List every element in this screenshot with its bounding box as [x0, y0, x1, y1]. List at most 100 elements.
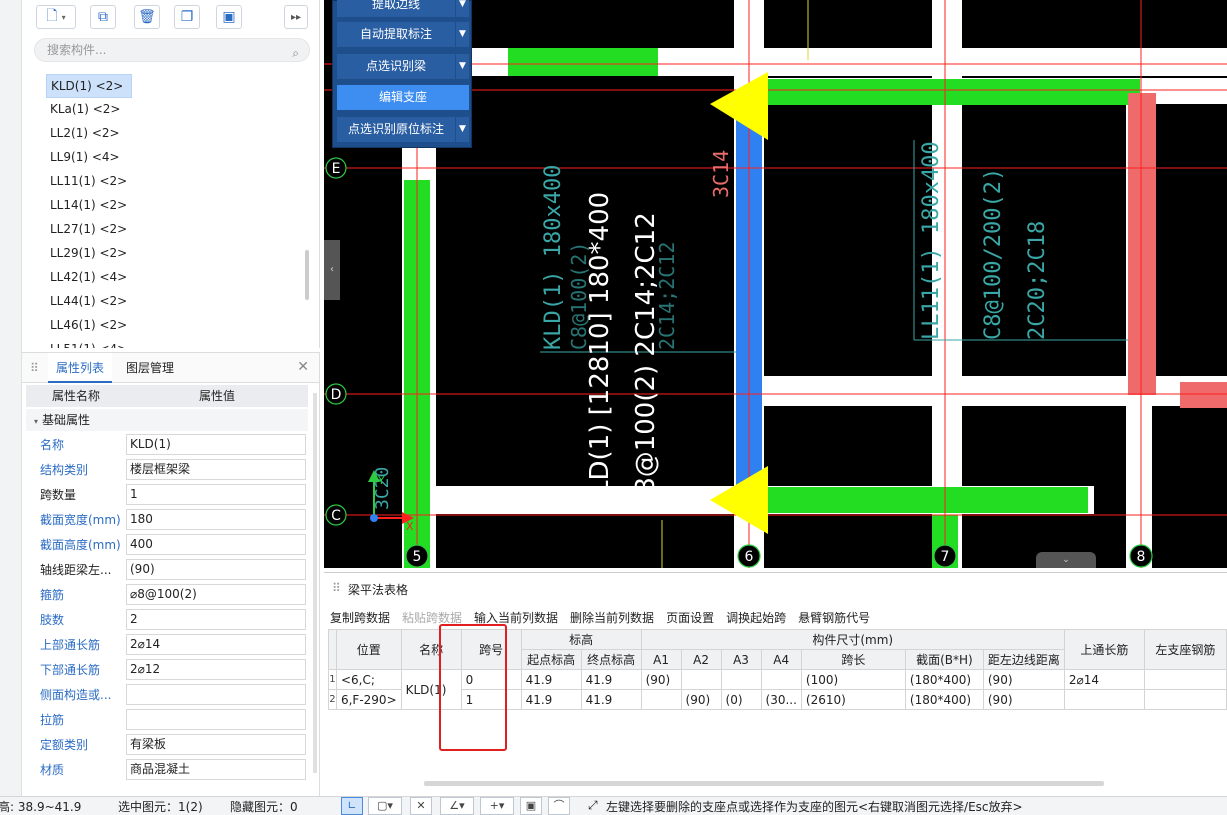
tool-button[interactable]: 自动提取标注 ▼ [337, 22, 469, 47]
table-toolbar-button[interactable]: 调换起始跨 [726, 609, 786, 626]
tool-button[interactable]: 点选识别原位标注 ▼ [337, 117, 469, 142]
cell-section[interactable]: (180*400) [904, 669, 984, 690]
beam-red-axis-8[interactable] [1128, 93, 1156, 395]
search-input[interactable]: 搜索构件... ⌕ [34, 38, 310, 62]
tool-button[interactable]: 点选识别梁 ▼ [337, 54, 469, 79]
layer-copy-button[interactable]: ▣ [216, 5, 242, 29]
table-horizontal-scrollbar[interactable] [424, 781, 1104, 786]
component-list-item[interactable]: LL46(1) <2> [46, 314, 132, 338]
cell-a4[interactable]: (30... [760, 689, 802, 710]
dropdown-arrow-icon[interactable]: ▼ [455, 117, 469, 142]
property-group-basic[interactable]: ▾ 基础属性 [26, 409, 308, 431]
insert-point-button[interactable]: +▾ [480, 797, 514, 815]
property-row[interactable]: 结构类别 楼层框架梁 [26, 458, 308, 483]
property-row[interactable]: 箍筋 ⌀8@100(2) [26, 583, 308, 608]
cell-top-bar[interactable] [1063, 689, 1145, 710]
select-mode-button[interactable]: ▢▾ [368, 797, 402, 815]
expand-button[interactable]: ▸▸ [284, 5, 308, 29]
cad-viewport[interactable]: E D C 5 6 7 8 KLD(1) 180x400 C8@100(2) 2… [324, 0, 1227, 568]
copy-button[interactable]: ⧉ [90, 5, 116, 29]
delete-button[interactable]: 🗑 [134, 5, 160, 29]
ortho-snap-button[interactable]: ∟ [341, 797, 363, 815]
cell-offset[interactable]: (90) [982, 689, 1065, 710]
collapse-bottom-handle[interactable]: ⌄ [1036, 552, 1096, 568]
cell-position[interactable]: 6,F-290> [335, 689, 402, 710]
cell-elev-end[interactable]: 41.9 [580, 669, 642, 690]
property-value-field[interactable]: 180 [126, 509, 306, 530]
cell-elev-start[interactable]: 41.9 [520, 689, 582, 710]
cell-elev-start[interactable]: 41.9 [520, 669, 582, 690]
property-value-field[interactable]: 有梁板 [126, 734, 306, 755]
component-list-item[interactable]: LL29(1) <2> [46, 242, 132, 266]
cross-select-button[interactable]: ✕ [410, 797, 432, 815]
property-row[interactable]: 侧面构造或... [26, 683, 308, 708]
cell-a1[interactable]: (90) [640, 669, 682, 690]
beam-green-c[interactable] [764, 487, 1088, 513]
tool-button[interactable]: 编辑支座 [337, 85, 469, 110]
property-row[interactable]: 拉筋 [26, 708, 308, 733]
cell-a3[interactable]: (0) [720, 689, 762, 710]
close-icon[interactable]: ✕ [297, 359, 309, 375]
dropdown-arrow-icon[interactable]: ▼ [455, 22, 469, 47]
beam-green-e[interactable] [764, 79, 1140, 105]
cell-section[interactable]: (180*400) [904, 689, 984, 710]
property-value-field[interactable]: 2⌀12 [126, 659, 306, 680]
tab-layer-management[interactable]: 图层管理 [118, 353, 182, 383]
property-row[interactable]: 上部通长筋 2⌀14 [26, 633, 308, 658]
property-scrollbar[interactable] [313, 393, 317, 773]
cell-position[interactable]: <6,C; [335, 669, 402, 690]
new-component-button[interactable]: 🗋 ▾ [36, 5, 76, 29]
component-list-item[interactable]: LL42(1) <4> [46, 266, 132, 290]
duplicate-button[interactable]: ❐ [174, 5, 200, 29]
cell-offset[interactable]: (90) [982, 669, 1065, 690]
property-row[interactable]: 跨数量 1 [26, 483, 308, 508]
component-list-item[interactable]: LL11(1) <2> [46, 170, 132, 194]
property-value-field[interactable]: 2 [126, 609, 306, 630]
cell-left-bar[interactable] [1143, 669, 1227, 690]
component-list-item[interactable]: KLa(1) <2> [46, 98, 132, 122]
cell-a2[interactable] [680, 669, 722, 690]
table-toolbar-button[interactable]: 删除当前列数据 [570, 609, 654, 626]
component-list-item[interactable]: LL51(1) <4> [46, 338, 132, 348]
cell-span-length[interactable]: (100) [800, 669, 906, 690]
component-list-item[interactable]: LL44(1) <2> [46, 290, 132, 314]
collapse-left-handle[interactable]: ‹ [324, 240, 340, 300]
cell-elev-end[interactable]: 41.9 [580, 689, 642, 710]
property-row[interactable]: 截面高度(mm) 400 [26, 533, 308, 558]
property-value-field[interactable] [126, 684, 306, 705]
property-value-field[interactable]: KLD(1) [126, 434, 306, 455]
drag-grip-icon[interactable]: ⠿ [30, 361, 39, 375]
tab-property-list[interactable]: 属性列表 [48, 353, 113, 383]
component-list-item[interactable]: KLD(1) <2> [46, 74, 132, 98]
cell-a4[interactable] [760, 669, 802, 690]
tool-button[interactable]: 提取边线 ▼ [337, 0, 469, 17]
property-value-field[interactable]: 楼层框架梁 [126, 459, 306, 480]
property-value-field[interactable]: 商品混凝土 [126, 759, 306, 780]
property-row[interactable]: 下部通长筋 2⌀12 [26, 658, 308, 683]
table-toolbar-button[interactable]: 页面设置 [666, 609, 714, 626]
component-list-item[interactable]: LL14(1) <2> [46, 194, 132, 218]
drag-grip-icon[interactable]: ⠿ [332, 581, 341, 595]
table-toolbar-button[interactable]: 复制跨数据 [330, 609, 390, 626]
angle-button[interactable]: ∠▾ [440, 797, 474, 815]
component-list-item[interactable]: LL9(1) <4> [46, 146, 132, 170]
property-value-field[interactable] [126, 709, 306, 730]
cell-a1[interactable] [640, 689, 682, 710]
cell-top-bar[interactable]: 2⌀14 [1063, 669, 1145, 690]
arc-button[interactable]: ⌒ [548, 797, 570, 815]
dropdown-arrow-icon[interactable]: ▼ [455, 0, 469, 17]
cell-a3[interactable] [720, 669, 762, 690]
property-row[interactable]: 肢数 2 [26, 608, 308, 633]
component-list-scrollbar[interactable] [305, 250, 309, 300]
cell-left-bar[interactable] [1143, 689, 1227, 710]
beam-green-top[interactable] [508, 48, 658, 76]
display-button[interactable]: ▣ [520, 797, 542, 815]
dropdown-arrow-icon[interactable]: ▼ [455, 54, 469, 79]
property-value-field[interactable]: 1 [126, 484, 306, 505]
cell-span-length[interactable]: (2610) [800, 689, 906, 710]
cell-a2[interactable]: (90) [680, 689, 722, 710]
component-list-item[interactable]: LL2(1) <2> [46, 122, 132, 146]
property-value-field[interactable]: ⌀8@100(2) [126, 584, 306, 605]
property-row[interactable]: 定额类别 有梁板 [26, 733, 308, 758]
property-value-field[interactable]: 400 [126, 534, 306, 555]
